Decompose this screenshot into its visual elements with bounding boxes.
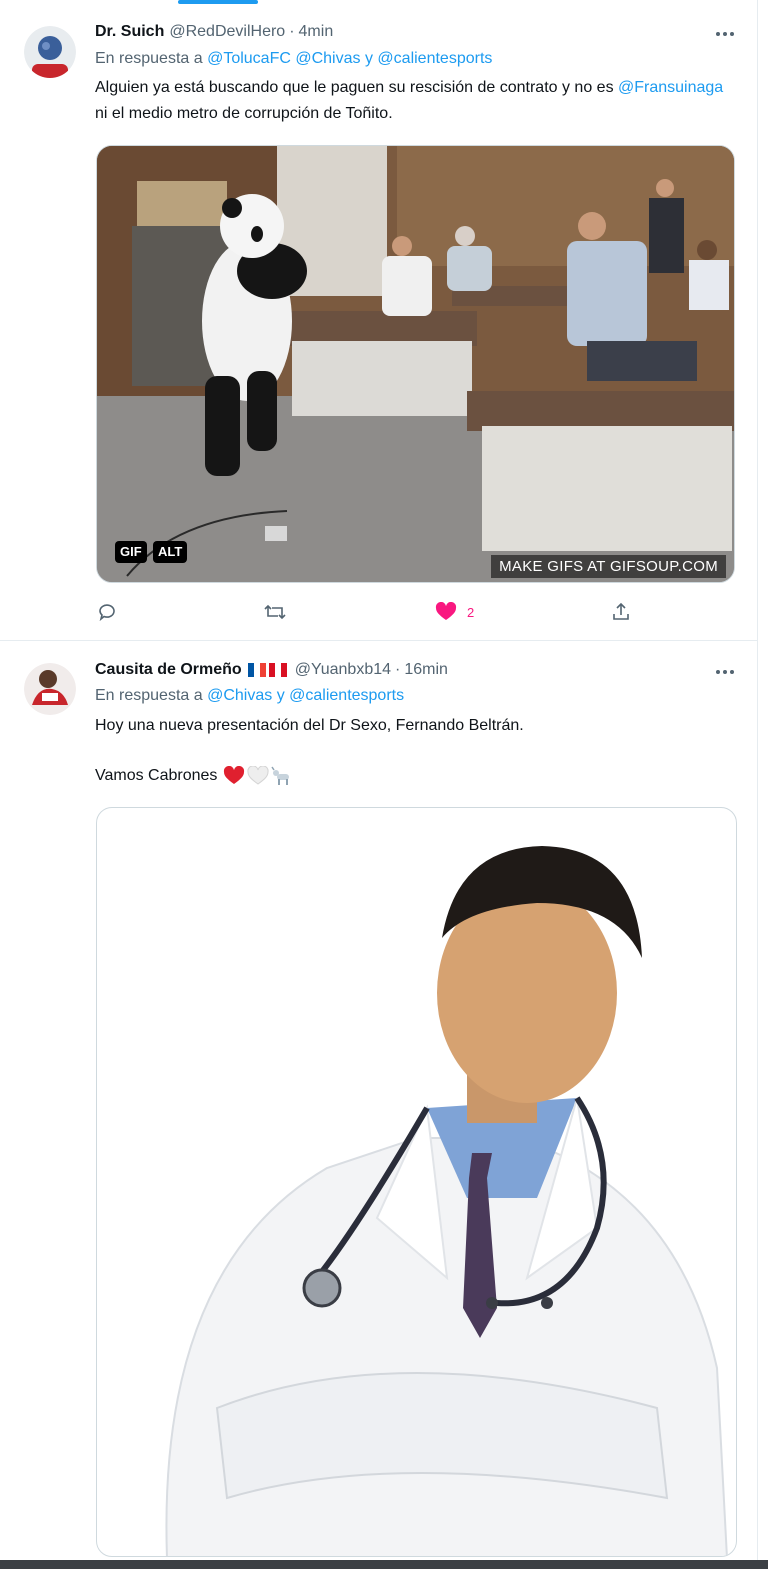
timestamp[interactable]: 4min <box>299 23 334 41</box>
display-name[interactable]: Dr. Suich <box>95 23 164 41</box>
mention-link[interactable]: @Chivas <box>207 687 272 704</box>
reply-icon <box>99 604 115 622</box>
tweet-header: Causita de Ormeño @Yuanbxb14 · 16min <box>95 661 448 679</box>
mention-link[interactable]: @TolucaFC <box>207 50 291 67</box>
reply-button[interactable] <box>97 598 117 626</box>
display-name[interactable]: Causita de Ormeño <box>95 661 242 679</box>
mention-link[interactable]: @Fransuinaga <box>618 79 723 96</box>
tweet-text: Hoy una nueva presentación del Dr Sexo, … <box>95 717 524 785</box>
gif-frame <box>97 146 734 582</box>
user-handle[interactable]: @RedDevilHero <box>169 23 285 41</box>
gif-media[interactable]: GIF ALT MAKE GIFS AT GIFSOUP.COM <box>96 145 735 583</box>
retweet-button[interactable] <box>263 598 287 626</box>
peru-flag-icon <box>268 663 287 677</box>
more-options-icon[interactable] <box>713 662 737 682</box>
heart-filled-icon <box>435 602 457 620</box>
retweet-icon <box>264 604 286 620</box>
gif-watermark: MAKE GIFS AT GIFSOUP.COM <box>491 555 726 578</box>
reply-context: En respuesta a @Chivas y @calientesports <box>95 687 405 704</box>
mention-link[interactable]: @calientesports <box>289 687 404 704</box>
avatar[interactable] <box>24 663 76 715</box>
like-button[interactable]: 2 <box>435 598 474 626</box>
mention-link[interactable]: @Chivas <box>295 50 360 67</box>
tweet[interactable]: Causita de Ormeño @Yuanbxb14 · 16min En … <box>0 641 757 1560</box>
avatar[interactable] <box>24 26 76 78</box>
share-icon <box>613 602 629 620</box>
alt-badge[interactable]: ALT <box>153 541 188 563</box>
tweet-text: Alguien ya está buscando que le paguen s… <box>95 79 724 122</box>
gif-badge[interactable]: GIF <box>115 541 147 563</box>
mention-link[interactable]: @calientesports <box>377 50 492 67</box>
photo-media[interactable] <box>96 807 737 1557</box>
goat-icon <box>271 766 290 785</box>
tweet-actions: 2 <box>95 598 640 626</box>
column-border <box>757 0 758 1569</box>
timestamp[interactable]: 16min <box>404 661 448 679</box>
like-count: 2 <box>467 604 475 620</box>
reply-context: En respuesta a @TolucaFC @Chivas y @cali… <box>95 50 493 67</box>
doctor-photo <box>165 846 728 1556</box>
tweet-header: Dr. Suich @RedDevilHero · 4min <box>95 23 334 41</box>
france-flag-icon <box>247 663 266 677</box>
white-heart-icon <box>247 766 269 785</box>
red-heart-icon <box>224 766 245 784</box>
tweet[interactable]: Dr. Suich @RedDevilHero · 4min En respue… <box>0 0 757 641</box>
share-button[interactable] <box>611 598 631 626</box>
more-options-icon[interactable] <box>713 24 737 44</box>
user-handle[interactable]: @Yuanbxb14 <box>295 661 391 679</box>
taskbar-strip <box>0 1560 768 1569</box>
